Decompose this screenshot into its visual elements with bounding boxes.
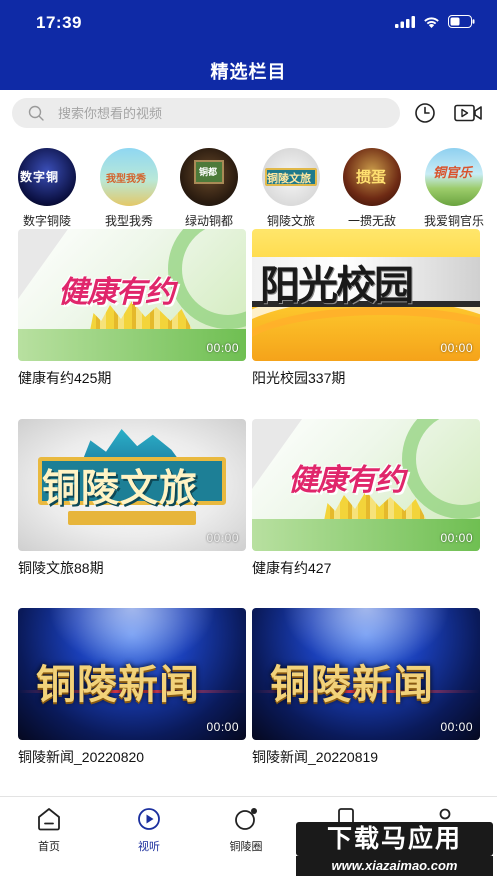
- video-card[interactable]: 铜陵新闻 00:00 铜陵新闻_20220819: [252, 608, 480, 767]
- category-avatar-text: 数字铜: [20, 170, 60, 184]
- category-avatar: 我型我秀: [100, 148, 158, 206]
- tab-label: 铜陵圈: [229, 841, 263, 853]
- video-duration: 00:00: [206, 341, 239, 355]
- category-label: 铜陵文旅: [266, 214, 315, 228]
- status-time: 17:39: [36, 13, 82, 32]
- video-card[interactable]: 铜陵新闻 00:00 铜陵新闻_20220820: [18, 608, 246, 767]
- video-camera-icon[interactable]: [454, 104, 482, 122]
- category-avatar-text: 铜官乐: [433, 165, 473, 180]
- video-duration: 00:00: [206, 531, 239, 545]
- category-label: 绿动铜都: [184, 214, 233, 228]
- video-duration: 00:00: [440, 531, 473, 545]
- video-thumbnail[interactable]: 健康有约 00:00: [252, 419, 480, 551]
- category-avatar: 掼蛋: [343, 148, 401, 206]
- video-duration: 00:00: [206, 720, 239, 734]
- tab-label: 首页: [38, 841, 60, 853]
- category-label: 我爱铜官乐: [423, 214, 484, 228]
- search-icon: [28, 105, 44, 121]
- category-avatar: 数字铜: [18, 148, 76, 206]
- category-item[interactable]: 铜官乐 我爱铜官乐: [412, 143, 496, 229]
- video-title: 铜陵新闻_20220819: [252, 749, 379, 765]
- search-input[interactable]: [58, 98, 388, 128]
- thumbnail-logo: 铜陵新闻: [270, 663, 434, 707]
- tab-tongling-circle[interactable]: 铜陵圈: [211, 807, 281, 854]
- thumbnail-logo: 健康有约: [58, 276, 175, 309]
- category-item[interactable]: 铜陵文旅 铜陵文旅: [249, 143, 333, 229]
- category-item[interactable]: 铜都 绿动铜都: [167, 143, 251, 229]
- category-avatar-text: 铜都: [199, 167, 218, 177]
- status-icons: [395, 15, 475, 28]
- video-title: 铜陵文旅88期: [18, 560, 104, 576]
- category-label: 一掼无敌: [347, 214, 396, 228]
- wifi-icon: [424, 16, 439, 28]
- category-avatar: 铜官乐: [425, 148, 483, 206]
- category-avatar-text: 掼蛋: [356, 169, 387, 186]
- tab-audiovisual[interactable]: 视听: [114, 807, 184, 854]
- watermark-title: 下载马应用: [296, 822, 493, 856]
- video-card[interactable]: 健康有约 00:00 健康有约427: [252, 419, 480, 578]
- video-title: 阳光校园337期: [252, 370, 346, 386]
- tab-label: 视听: [138, 841, 160, 853]
- category-avatar-text: 铜陵文旅: [267, 173, 311, 185]
- thumbnail-logo: 健康有约: [288, 464, 405, 497]
- video-title: 健康有约427: [252, 560, 332, 576]
- video-thumbnail[interactable]: 健康有约 00:00: [18, 229, 246, 361]
- category-item[interactable]: 数字铜 数字铜陵: [5, 143, 89, 229]
- video-title: 铜陵新闻_20220820: [18, 749, 145, 765]
- thumbnail-logo: 铜陵新闻: [36, 663, 200, 707]
- status-bar: 17:39: [0, 0, 497, 44]
- history-icon[interactable]: [414, 102, 436, 124]
- category-item[interactable]: 掼蛋 一掼无敌: [330, 143, 414, 229]
- category-label: 数字铜陵: [22, 214, 71, 228]
- signal-icon: [395, 15, 415, 28]
- category-avatar-text: 我型我秀: [106, 174, 146, 185]
- app-screen: 17:39 精选栏目 搜索你想看的视频 数字铜 数字铜陵 我型我秀 我型我秀 铜…: [0, 0, 497, 883]
- search-box[interactable]: [12, 98, 400, 128]
- video-thumbnail[interactable]: 铜陵新闻 00:00: [18, 608, 246, 740]
- video-thumbnail[interactable]: 阳光校园 00:00: [252, 229, 480, 361]
- video-thumbnail[interactable]: 铜陵新闻 00:00: [252, 608, 480, 740]
- video-duration: 00:00: [440, 341, 473, 355]
- header: 17:39 精选栏目: [0, 0, 497, 90]
- tab-home[interactable]: 首页: [14, 807, 84, 854]
- home-icon: [38, 808, 60, 831]
- category-item[interactable]: 我型我秀 我型我秀: [87, 143, 171, 229]
- category-avatar: 铜陵文旅: [262, 148, 320, 206]
- battery-icon: [448, 15, 475, 28]
- category-strip: 数字铜 数字铜陵 我型我秀 我型我秀 铜都 绿动铜都 铜陵文旅 铜陵文旅 掼蛋 …: [0, 143, 497, 228]
- thumbnail-logo: 铜陵文旅: [42, 468, 199, 510]
- circle-icon: [235, 808, 257, 830]
- video-duration: 00:00: [440, 720, 473, 734]
- play-icon: [138, 808, 160, 830]
- category-label: 我型我秀: [104, 214, 153, 228]
- watermark: 下载马应用 www.xiazaimao.com: [296, 822, 493, 878]
- thumbnail-logo: 阳光校园: [260, 264, 414, 308]
- video-card[interactable]: 健康有约 00:00 健康有约425期: [18, 229, 246, 388]
- video-card[interactable]: 阳光校园 00:00 阳光校园337期: [252, 229, 480, 388]
- video-title: 健康有约425期: [18, 370, 112, 386]
- video-thumbnail[interactable]: 铜陵文旅 00:00: [18, 419, 246, 551]
- search-row: [0, 90, 497, 134]
- page-title: 精选栏目: [210, 62, 287, 82]
- category-avatar: 铜都: [180, 148, 238, 206]
- video-card[interactable]: 铜陵文旅 00:00 铜陵文旅88期: [18, 419, 246, 578]
- watermark-url: www.xiazaimao.com: [296, 856, 493, 876]
